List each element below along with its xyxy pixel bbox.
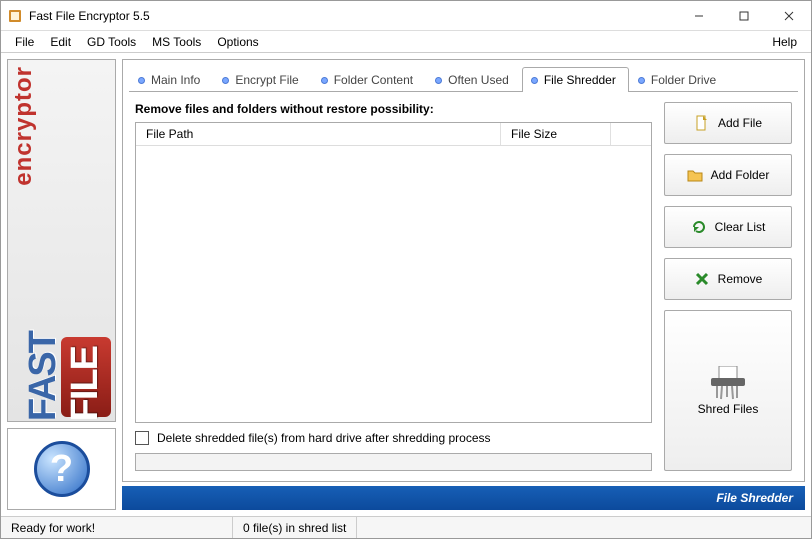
menu-help[interactable]: Help xyxy=(764,32,805,52)
button-label: Add Folder xyxy=(711,168,770,182)
menu-gd-tools[interactable]: GD Tools xyxy=(79,32,144,52)
button-label: Remove xyxy=(718,272,763,286)
main-panel: Main Info Encrypt File Folder Content Of… xyxy=(122,59,805,482)
menu-edit[interactable]: Edit xyxy=(42,32,79,52)
tab-label: Folder Content xyxy=(334,73,413,87)
button-label: Shred Files xyxy=(698,402,759,416)
tab-dot-icon xyxy=(531,77,538,84)
tab-folder-drive[interactable]: Folder Drive xyxy=(629,67,729,92)
column-file-size[interactable]: File Size xyxy=(501,123,611,145)
tab-label: Folder Drive xyxy=(651,73,716,87)
tab-main-info[interactable]: Main Info xyxy=(129,67,213,92)
file-icon xyxy=(694,115,710,131)
remove-button[interactable]: Remove xyxy=(664,258,792,300)
tab-label: Often Used xyxy=(448,73,509,87)
instruction-text: Remove files and folders without restore… xyxy=(135,102,652,116)
tab-dot-icon xyxy=(638,77,645,84)
tab-folder-content[interactable]: Folder Content xyxy=(312,67,426,92)
column-file-path[interactable]: File Path xyxy=(136,123,501,145)
close-button[interactable] xyxy=(766,1,811,30)
tab-dot-icon xyxy=(435,77,442,84)
menu-bar: File Edit GD Tools MS Tools Options Help xyxy=(1,31,811,53)
banner-fast-text: FAST xyxy=(22,332,65,421)
menu-file[interactable]: File xyxy=(7,32,42,52)
footer-bar: File Shredder xyxy=(122,486,805,510)
banner-file-text: FILE xyxy=(64,347,107,421)
file-list-header: File Path File Size xyxy=(136,123,651,146)
tab-dot-icon xyxy=(138,77,145,84)
status-count: 0 file(s) in shred list xyxy=(233,517,357,538)
clear-list-button[interactable]: Clear List xyxy=(664,206,792,248)
tab-often-used[interactable]: Often Used xyxy=(426,67,522,92)
add-folder-button[interactable]: Add Folder xyxy=(664,154,792,196)
tab-label: Encrypt File xyxy=(235,73,298,87)
delete-after-shred-checkbox[interactable] xyxy=(135,431,149,445)
tab-label: File Shredder xyxy=(544,73,616,87)
footer-title: File Shredder xyxy=(716,491,793,505)
shred-files-button[interactable]: Shred Files xyxy=(664,310,792,471)
folder-icon xyxy=(687,167,703,183)
window-controls xyxy=(676,1,811,30)
banner-encryptor-text: encryptor xyxy=(10,66,38,186)
tab-dot-icon xyxy=(222,77,229,84)
title-bar: Fast File Encryptor 5.5 xyxy=(1,1,811,31)
status-ready: Ready for work! xyxy=(1,517,233,538)
tab-encrypt-file[interactable]: Encrypt File xyxy=(213,67,311,92)
refresh-icon xyxy=(691,219,707,235)
help-box[interactable]: ? xyxy=(7,428,116,510)
tab-file-shredder[interactable]: File Shredder xyxy=(522,67,629,92)
file-list[interactable]: File Path File Size xyxy=(135,122,652,423)
progress-bar xyxy=(135,453,652,471)
window-title: Fast File Encryptor 5.5 xyxy=(29,9,676,23)
help-icon: ? xyxy=(34,441,90,497)
add-file-button[interactable]: Add File xyxy=(664,102,792,144)
delete-after-shred-label: Delete shredded file(s) from hard drive … xyxy=(157,431,491,445)
button-label: Add File xyxy=(718,116,762,130)
button-label: Clear List xyxy=(715,220,766,234)
minimize-button[interactable] xyxy=(676,1,721,30)
app-banner: encryptor FAST FILE xyxy=(7,59,116,422)
x-icon xyxy=(694,271,710,287)
status-bar: Ready for work! 0 file(s) in shred list xyxy=(1,516,811,538)
app-icon xyxy=(7,8,23,24)
maximize-button[interactable] xyxy=(721,1,766,30)
tab-label: Main Info xyxy=(151,73,200,87)
shredder-icon xyxy=(707,366,749,400)
menu-ms-tools[interactable]: MS Tools xyxy=(144,32,209,52)
menu-options[interactable]: Options xyxy=(209,32,266,52)
tab-dot-icon xyxy=(321,77,328,84)
tab-strip: Main Info Encrypt File Folder Content Of… xyxy=(123,60,804,91)
